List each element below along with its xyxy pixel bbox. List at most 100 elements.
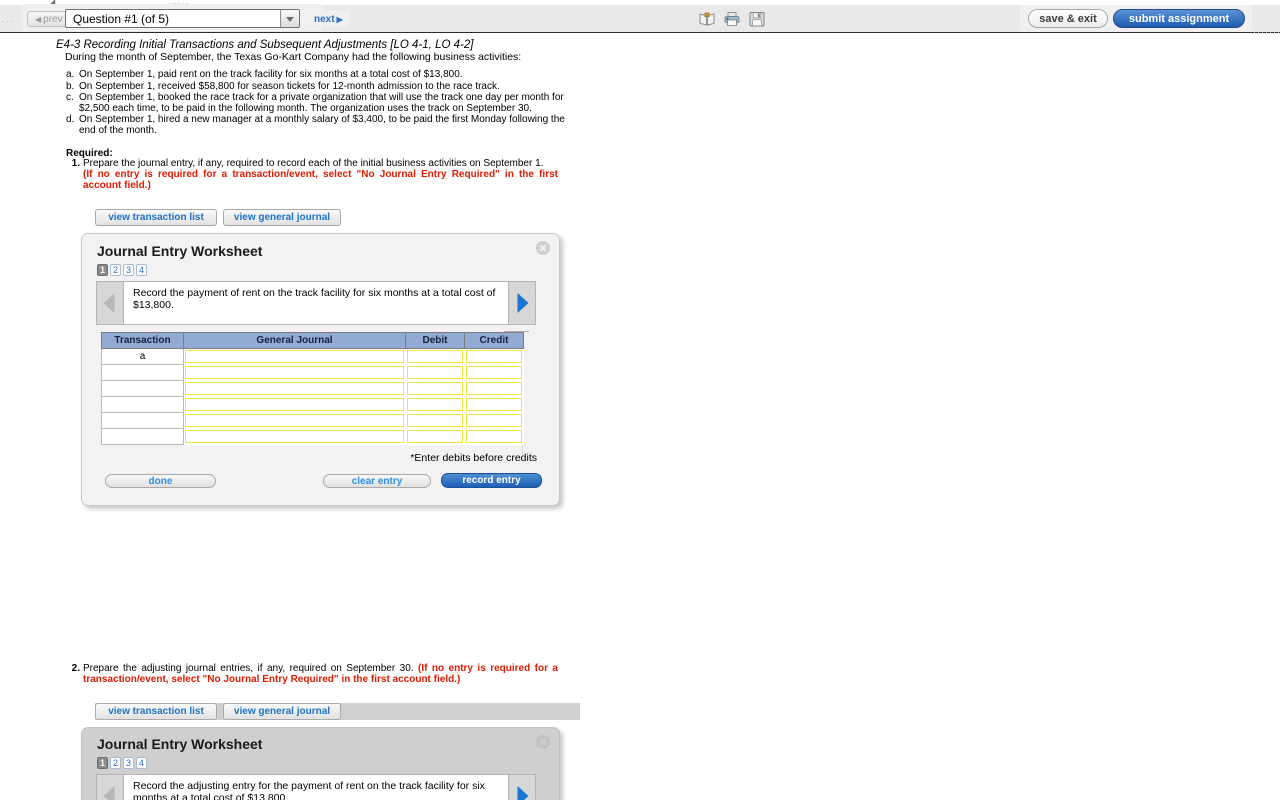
save-icon[interactable] [748, 10, 766, 28]
prompt-next-button-2[interactable] [511, 775, 535, 800]
activities-list: a. On September 1, paid rent on the trac… [66, 69, 566, 138]
debits-before-credits-note-1: *Enter debits before credits [410, 452, 537, 464]
journal-entry-worksheet-panel-1: Journal Entry Worksheet 1 2 3 4 Record t… [81, 233, 560, 506]
prev-label: prev [43, 14, 63, 25]
worksheet-tab-4[interactable]: 4 [136, 757, 147, 769]
done-button-1[interactable]: done [105, 474, 216, 488]
chevron-down-icon[interactable] [280, 10, 299, 27]
cell-debit[interactable] [405, 428, 465, 445]
table-header-row: Transaction General Journal Debit Credit [101, 332, 524, 349]
credit-input[interactable] [466, 382, 522, 395]
cell-debit[interactable] [405, 364, 465, 381]
worksheet-tab-1[interactable]: 1 [97, 264, 108, 276]
worksheet-tab-2[interactable]: 2 [110, 264, 121, 276]
cell-debit[interactable] [405, 412, 465, 429]
ebook-icon[interactable] [698, 10, 716, 28]
cell-credit[interactable] [464, 364, 524, 381]
cell-general-journal[interactable] [183, 428, 406, 445]
view-general-journal-button-1[interactable]: view general journal [223, 209, 341, 226]
exercise-title: E4-3 Recording Initial Transactions and … [56, 39, 474, 51]
debit-input[interactable] [407, 382, 463, 395]
right-arrow-icon [517, 293, 529, 313]
general-journal-input[interactable] [185, 398, 404, 411]
cell-debit[interactable] [405, 380, 465, 397]
right-arrow-icon [517, 786, 529, 800]
debit-input[interactable] [407, 350, 463, 363]
requirement-number: 1. [71, 158, 80, 169]
general-journal-input[interactable] [185, 414, 404, 427]
list-item: b. On September 1, received $58,800 for … [66, 80, 566, 93]
credit-input[interactable] [466, 366, 522, 379]
prev-arrow-icon: ◀ [35, 15, 42, 24]
credit-input[interactable] [466, 350, 522, 363]
credit-input[interactable] [466, 398, 522, 411]
view-transaction-list-button-1[interactable]: view transaction list [95, 209, 217, 226]
credit-input[interactable] [466, 430, 522, 443]
cell-credit[interactable] [464, 428, 524, 445]
table-row [101, 396, 524, 413]
clear-entry-button-1[interactable]: clear entry [323, 474, 431, 488]
worksheet-tab-3[interactable]: 3 [123, 757, 134, 769]
requirement-2: 2. Prepare the adjusting journal entries… [66, 663, 558, 686]
prompt-prev-button-1[interactable] [97, 282, 121, 324]
activity-letter: b. [66, 80, 75, 92]
table-row [101, 380, 524, 397]
panel-title-2: Journal Entry Worksheet [97, 736, 263, 752]
activity-text: On September 1, booked the race track fo… [79, 92, 564, 114]
worksheet-tab-1[interactable]: 1 [97, 757, 108, 769]
general-journal-input[interactable] [185, 382, 404, 395]
right-dotted-rule: ········ [1253, 27, 1280, 37]
prompt-next-button-1[interactable] [511, 282, 535, 324]
cell-general-journal[interactable] [183, 364, 406, 381]
worksheet-tab-4[interactable]: 4 [136, 264, 147, 276]
top-toolbar: ◢ value ··· ◀prev Question #1 (of 5) nex… [0, 0, 1280, 37]
prompt-text-1: Record the payment of rent on the track … [123, 282, 509, 324]
requirement-text: Prepare the adjusting journal entries, i… [83, 663, 414, 674]
cell-transaction [101, 364, 184, 381]
submit-assignment-button[interactable]: submit assignment [1113, 9, 1245, 28]
worksheet-tab-3[interactable]: 3 [123, 264, 134, 276]
debit-input[interactable] [407, 430, 463, 443]
view-transaction-list-button-2[interactable]: view transaction list [95, 703, 217, 720]
activity-text: On September 1, hired a new manager at a… [79, 114, 565, 136]
close-icon[interactable] [536, 241, 550, 255]
general-journal-input[interactable] [185, 366, 404, 379]
cell-general-journal[interactable] [183, 380, 406, 397]
cell-credit[interactable] [464, 348, 524, 365]
next-arrow-icon: ▶ [336, 15, 343, 24]
cell-credit[interactable] [464, 380, 524, 397]
prompt-prev-button-2[interactable] [97, 775, 121, 800]
view-general-journal-button-2[interactable]: view general journal [223, 703, 341, 720]
left-arrow-icon [103, 293, 115, 313]
cell-credit[interactable] [464, 396, 524, 413]
record-entry-button-1[interactable]: record entry [441, 473, 542, 488]
debit-input[interactable] [407, 398, 463, 411]
cell-general-journal[interactable] [183, 396, 406, 413]
col-credit: Credit [464, 332, 524, 349]
save-and-exit-button[interactable]: save & exit [1028, 9, 1108, 28]
worksheet-tab-2[interactable]: 2 [110, 757, 121, 769]
activity-text: On September 1, paid rent on the track f… [79, 69, 463, 80]
general-journal-input[interactable] [185, 430, 404, 443]
left-arrow-icon [103, 786, 115, 800]
cell-debit[interactable] [405, 396, 465, 413]
debit-input[interactable] [407, 414, 463, 427]
question-selector[interactable]: Question #1 (of 5) [65, 9, 300, 28]
col-general-journal: General Journal [183, 332, 406, 349]
page-root: ◢ value ··· ◀prev Question #1 (of 5) nex… [0, 0, 1280, 800]
cell-general-journal[interactable] [183, 412, 406, 429]
print-icon[interactable] [723, 10, 741, 28]
cell-credit[interactable] [464, 412, 524, 429]
table-row [101, 428, 524, 445]
activity-letter: c. [66, 92, 74, 104]
close-icon[interactable] [536, 735, 550, 749]
cell-general-journal[interactable] [183, 348, 406, 365]
cell-debit[interactable] [405, 348, 465, 365]
list-item: c. On September 1, booked the race track… [66, 92, 566, 114]
next-question-button[interactable]: next ▶ [307, 11, 350, 27]
exercise-intro: During the month of September, the Texas… [65, 51, 522, 63]
debit-input[interactable] [407, 366, 463, 379]
view-buttons-section-1: view transaction list view general journ… [95, 209, 345, 226]
credit-input[interactable] [466, 414, 522, 427]
general-journal-input[interactable] [185, 350, 404, 363]
